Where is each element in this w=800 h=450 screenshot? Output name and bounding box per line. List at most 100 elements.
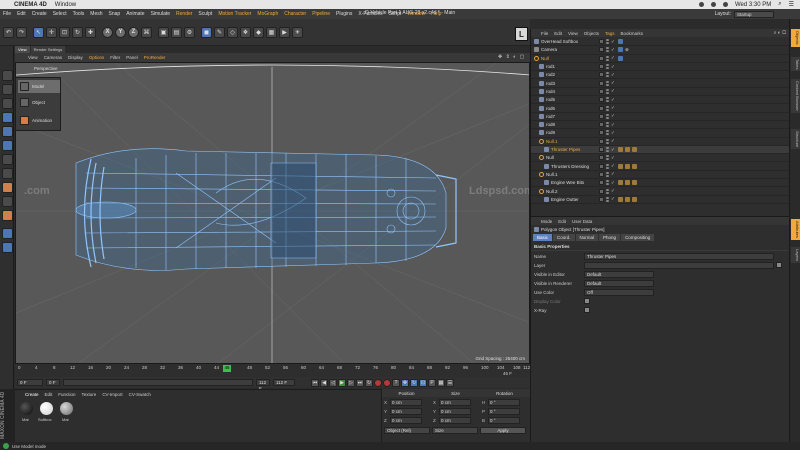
render-view-icon[interactable]: ▣ (158, 26, 169, 38)
flyout-animation[interactable]: Animation (18, 114, 60, 127)
layer-toggle[interactable] (599, 88, 604, 94)
visibility-dots-icon[interactable] (606, 196, 609, 202)
start-frame-field[interactable]: 0 F (17, 379, 43, 386)
visibility-dots-icon[interactable] (606, 39, 609, 45)
render-settings-icon[interactable]: ⚙ (184, 26, 195, 38)
enabled-check-icon[interactable]: ✓ (611, 39, 615, 45)
layer-toggle[interactable] (599, 147, 604, 153)
undo-icon[interactable]: ↶ (3, 26, 14, 38)
name-field[interactable]: Thruster Pipes (584, 252, 774, 260)
record-icon[interactable] (374, 378, 382, 387)
3d-viewport[interactable]: Perspective .com Ldspsd.com Grid Spacing… (15, 62, 530, 364)
object-row[interactable]: rod4 ✓ (531, 88, 790, 97)
visibility-dots-icon[interactable] (606, 97, 609, 103)
enabled-check-icon[interactable]: ✓ (611, 171, 615, 177)
layout-2-icon[interactable] (2, 242, 13, 253)
workplane-icon[interactable] (2, 196, 13, 207)
rotation-b-field[interactable]: 0 ° (488, 416, 520, 424)
clock[interactable]: Wed 3:30 PM (735, 2, 771, 8)
material-tag-icon[interactable] (625, 180, 630, 186)
om-menu-bookmarks[interactable]: Bookmarks (621, 31, 644, 36)
visibility-dots-icon[interactable] (606, 130, 609, 136)
material-tag-icon[interactable] (625, 163, 630, 169)
frame-range-slider[interactable] (63, 379, 253, 386)
make-editable-icon[interactable] (2, 70, 13, 81)
enabled-check-icon[interactable]: ✓ (611, 113, 615, 119)
play-icon[interactable]: ▶ (338, 378, 346, 387)
object-row[interactable]: rod2 ✓ (531, 71, 790, 80)
menu-tools[interactable]: Tools (73, 11, 85, 17)
mac-menu-window[interactable]: Window (55, 2, 76, 8)
material-tag-icon[interactable] (632, 196, 637, 202)
layout-icon[interactable] (2, 228, 13, 239)
mat-menu-create[interactable]: Create (25, 392, 39, 397)
edges-mode-icon[interactable] (2, 126, 13, 137)
tab-normal[interactable]: Normal (575, 233, 599, 241)
visibility-dots-icon[interactable] (606, 47, 609, 53)
layer-toggle[interactable] (599, 130, 604, 136)
am-menu-mode[interactable]: Mode (541, 219, 552, 224)
side-tab-content-browser[interactable]: Content Browser (791, 79, 800, 113)
am-menu-user-data[interactable]: User Data (572, 219, 592, 224)
subdivision-icon[interactable]: ◇ (227, 26, 238, 38)
layer-toggle[interactable] (599, 55, 604, 61)
side-tab-takes[interactable]: Takes (791, 57, 800, 72)
object-row[interactable]: Null ✓ (531, 55, 790, 63)
menu-simulate[interactable]: Simulate (151, 11, 170, 17)
layout-select[interactable]: Startup (734, 10, 774, 18)
visibility-dots-icon[interactable] (606, 188, 609, 194)
rotation-h-field[interactable]: 0 ° (488, 398, 520, 406)
object-row[interactable]: Engine Wee Bits ✓ (531, 179, 790, 188)
material-tag-icon[interactable] (618, 196, 623, 202)
position-x-field[interactable]: 0 cm (390, 398, 422, 406)
rotate-key-icon[interactable]: ↻ (410, 378, 418, 387)
compositing-tag-icon[interactable] (618, 55, 623, 61)
enabled-check-icon[interactable]: ✓ (611, 80, 615, 86)
object-row[interactable]: rod8 ✓ (531, 121, 790, 130)
object-row[interactable]: Camera ✓ ⊗ (531, 46, 790, 55)
mat-menu-function[interactable]: Function (58, 392, 75, 397)
pla-key-icon[interactable]: ▦ (437, 378, 445, 387)
visibility-dots-icon[interactable] (606, 138, 609, 144)
layer-toggle[interactable] (599, 64, 604, 70)
enabled-check-icon[interactable]: ✓ (611, 47, 615, 53)
vp-menu-panel[interactable]: Panel (126, 55, 138, 60)
enabled-check-icon[interactable]: ✓ (611, 72, 615, 78)
tab-phong[interactable]: Phong (599, 233, 621, 241)
search-icon[interactable]: ⌕ (778, 1, 781, 8)
lock-workplane-icon[interactable] (2, 210, 13, 221)
material-tag-icon[interactable] (632, 163, 637, 169)
next-frame-icon[interactable]: ▷ (347, 378, 355, 387)
timeline-ruler[interactable]: 0 4 8 12 16 20 24 28 32 36 40 44 46 48 5… (15, 364, 530, 377)
visibility-dots-icon[interactable] (606, 155, 609, 161)
layer-toggle[interactable] (599, 155, 604, 161)
object-row[interactable]: Null.1 ✓ (531, 171, 790, 180)
rotation-p-field[interactable]: 0 ° (488, 407, 520, 415)
prev-frame-icon[interactable]: ◁ (329, 378, 337, 387)
cube-icon[interactable]: ◼ (201, 26, 212, 38)
enabled-check-icon[interactable]: ✓ (611, 55, 615, 61)
scale-icon[interactable]: ⊡ (59, 26, 70, 38)
om-menu-objects[interactable]: Objects (584, 31, 599, 36)
target-tag-icon[interactable]: ⊗ (625, 47, 629, 52)
vp-menu-prorender[interactable]: ProRender (144, 55, 166, 60)
layer-toggle[interactable] (599, 122, 604, 128)
size-z-field[interactable]: 0 cm (439, 416, 471, 424)
coord-size-dropdown[interactable]: Size (432, 427, 478, 434)
enabled-check-icon[interactable]: ✓ (611, 122, 615, 128)
display-color-swatch[interactable] (584, 298, 590, 304)
position-y-field[interactable]: 0 cm (390, 407, 422, 415)
mat-menu-texture[interactable]: Texture (82, 392, 97, 397)
battery-icon[interactable] (722, 2, 728, 7)
menu-sculpt[interactable]: Sculpt (198, 11, 212, 17)
visibility-dots-icon[interactable] (606, 113, 609, 119)
menu-select[interactable]: Select (53, 11, 67, 17)
object-row[interactable]: rod5 ✓ (531, 96, 790, 105)
wifi-icon[interactable] (710, 2, 716, 7)
status-icon[interactable] (698, 2, 704, 7)
cube-l-indicator[interactable]: L (515, 27, 528, 41)
enabled-check-icon[interactable]: ✓ (611, 196, 615, 202)
visibility-dots-icon[interactable] (606, 72, 609, 78)
menu-list-icon[interactable]: ☰ (789, 1, 794, 8)
light-icon[interactable]: ☀ (292, 26, 303, 38)
